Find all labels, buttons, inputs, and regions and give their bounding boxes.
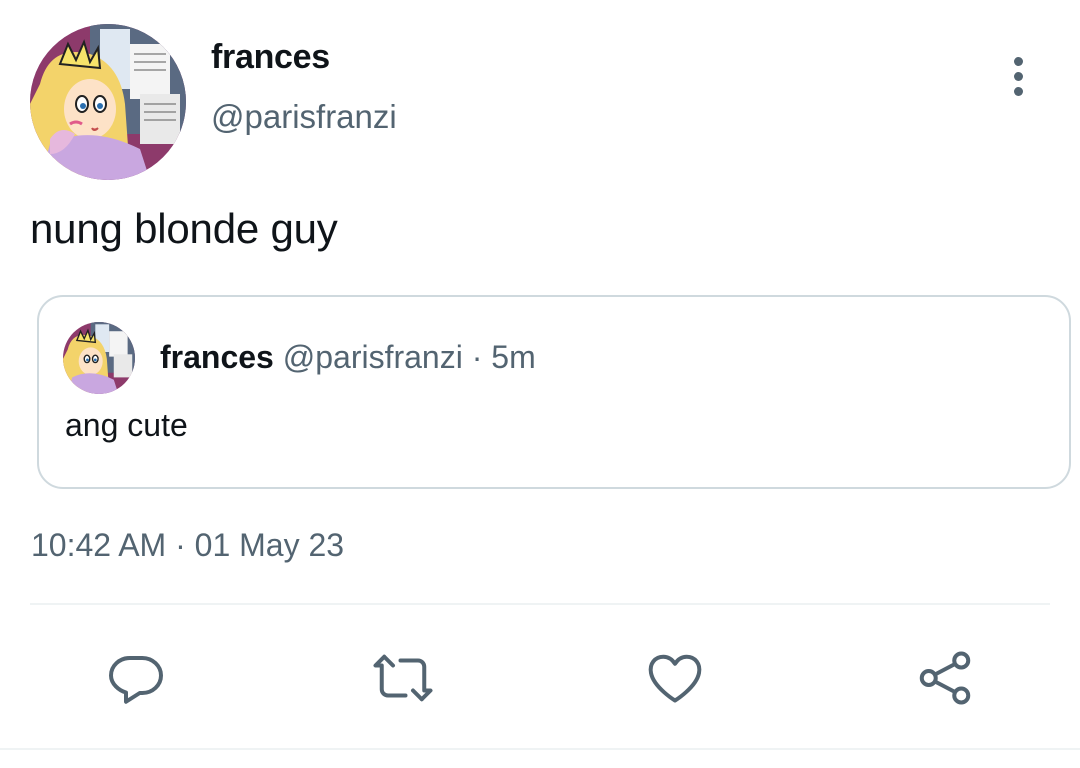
retweet-button[interactable]: [371, 646, 435, 710]
author-display-name[interactable]: frances: [211, 38, 330, 77]
tweet-detail: frances @parisfranzi nung blonde guy fra…: [0, 0, 1080, 768]
like-button[interactable]: [643, 646, 707, 710]
quoted-author-handle: @parisfranzi: [282, 339, 463, 375]
more-dot-icon: [1013, 86, 1023, 96]
divider: [30, 603, 1050, 605]
share-button[interactable]: [913, 646, 977, 710]
tweet-timestamp[interactable]: 10:42 AM · 01 May 23: [31, 527, 344, 564]
divider: [0, 748, 1080, 750]
retweet-icon: [373, 654, 433, 702]
avatar-illustration: [63, 322, 135, 394]
quoted-tweet-card[interactable]: frances @parisfranzi · 5m ang cute: [37, 295, 1071, 489]
more-options-button[interactable]: [996, 52, 1040, 100]
quoted-tweet-header: frances @parisfranzi · 5m: [160, 339, 536, 376]
timestamp-separator: ·: [166, 527, 195, 563]
reply-button[interactable]: [104, 646, 168, 710]
quoted-separator: ·: [471, 339, 483, 375]
quoted-tweet-text: ang cute: [65, 407, 188, 443]
more-dot-icon: [1013, 71, 1023, 81]
more-dot-icon: [1013, 56, 1023, 66]
tweet-date: 01 May 23: [194, 527, 345, 563]
tweet-time: 10:42 AM: [31, 527, 167, 563]
author-handle[interactable]: @parisfranzi: [211, 98, 397, 136]
share-icon: [919, 651, 971, 705]
quoted-author-name: frances: [160, 339, 274, 375]
like-icon: [648, 654, 702, 703]
avatar-illustration: [30, 24, 186, 180]
quoted-tweet-age: 5m: [491, 339, 536, 375]
author-avatar[interactable]: [30, 24, 186, 180]
tweet-text: nung blonde guy: [30, 205, 338, 252]
reply-icon: [109, 656, 163, 704]
quoted-author-avatar: [63, 322, 135, 394]
